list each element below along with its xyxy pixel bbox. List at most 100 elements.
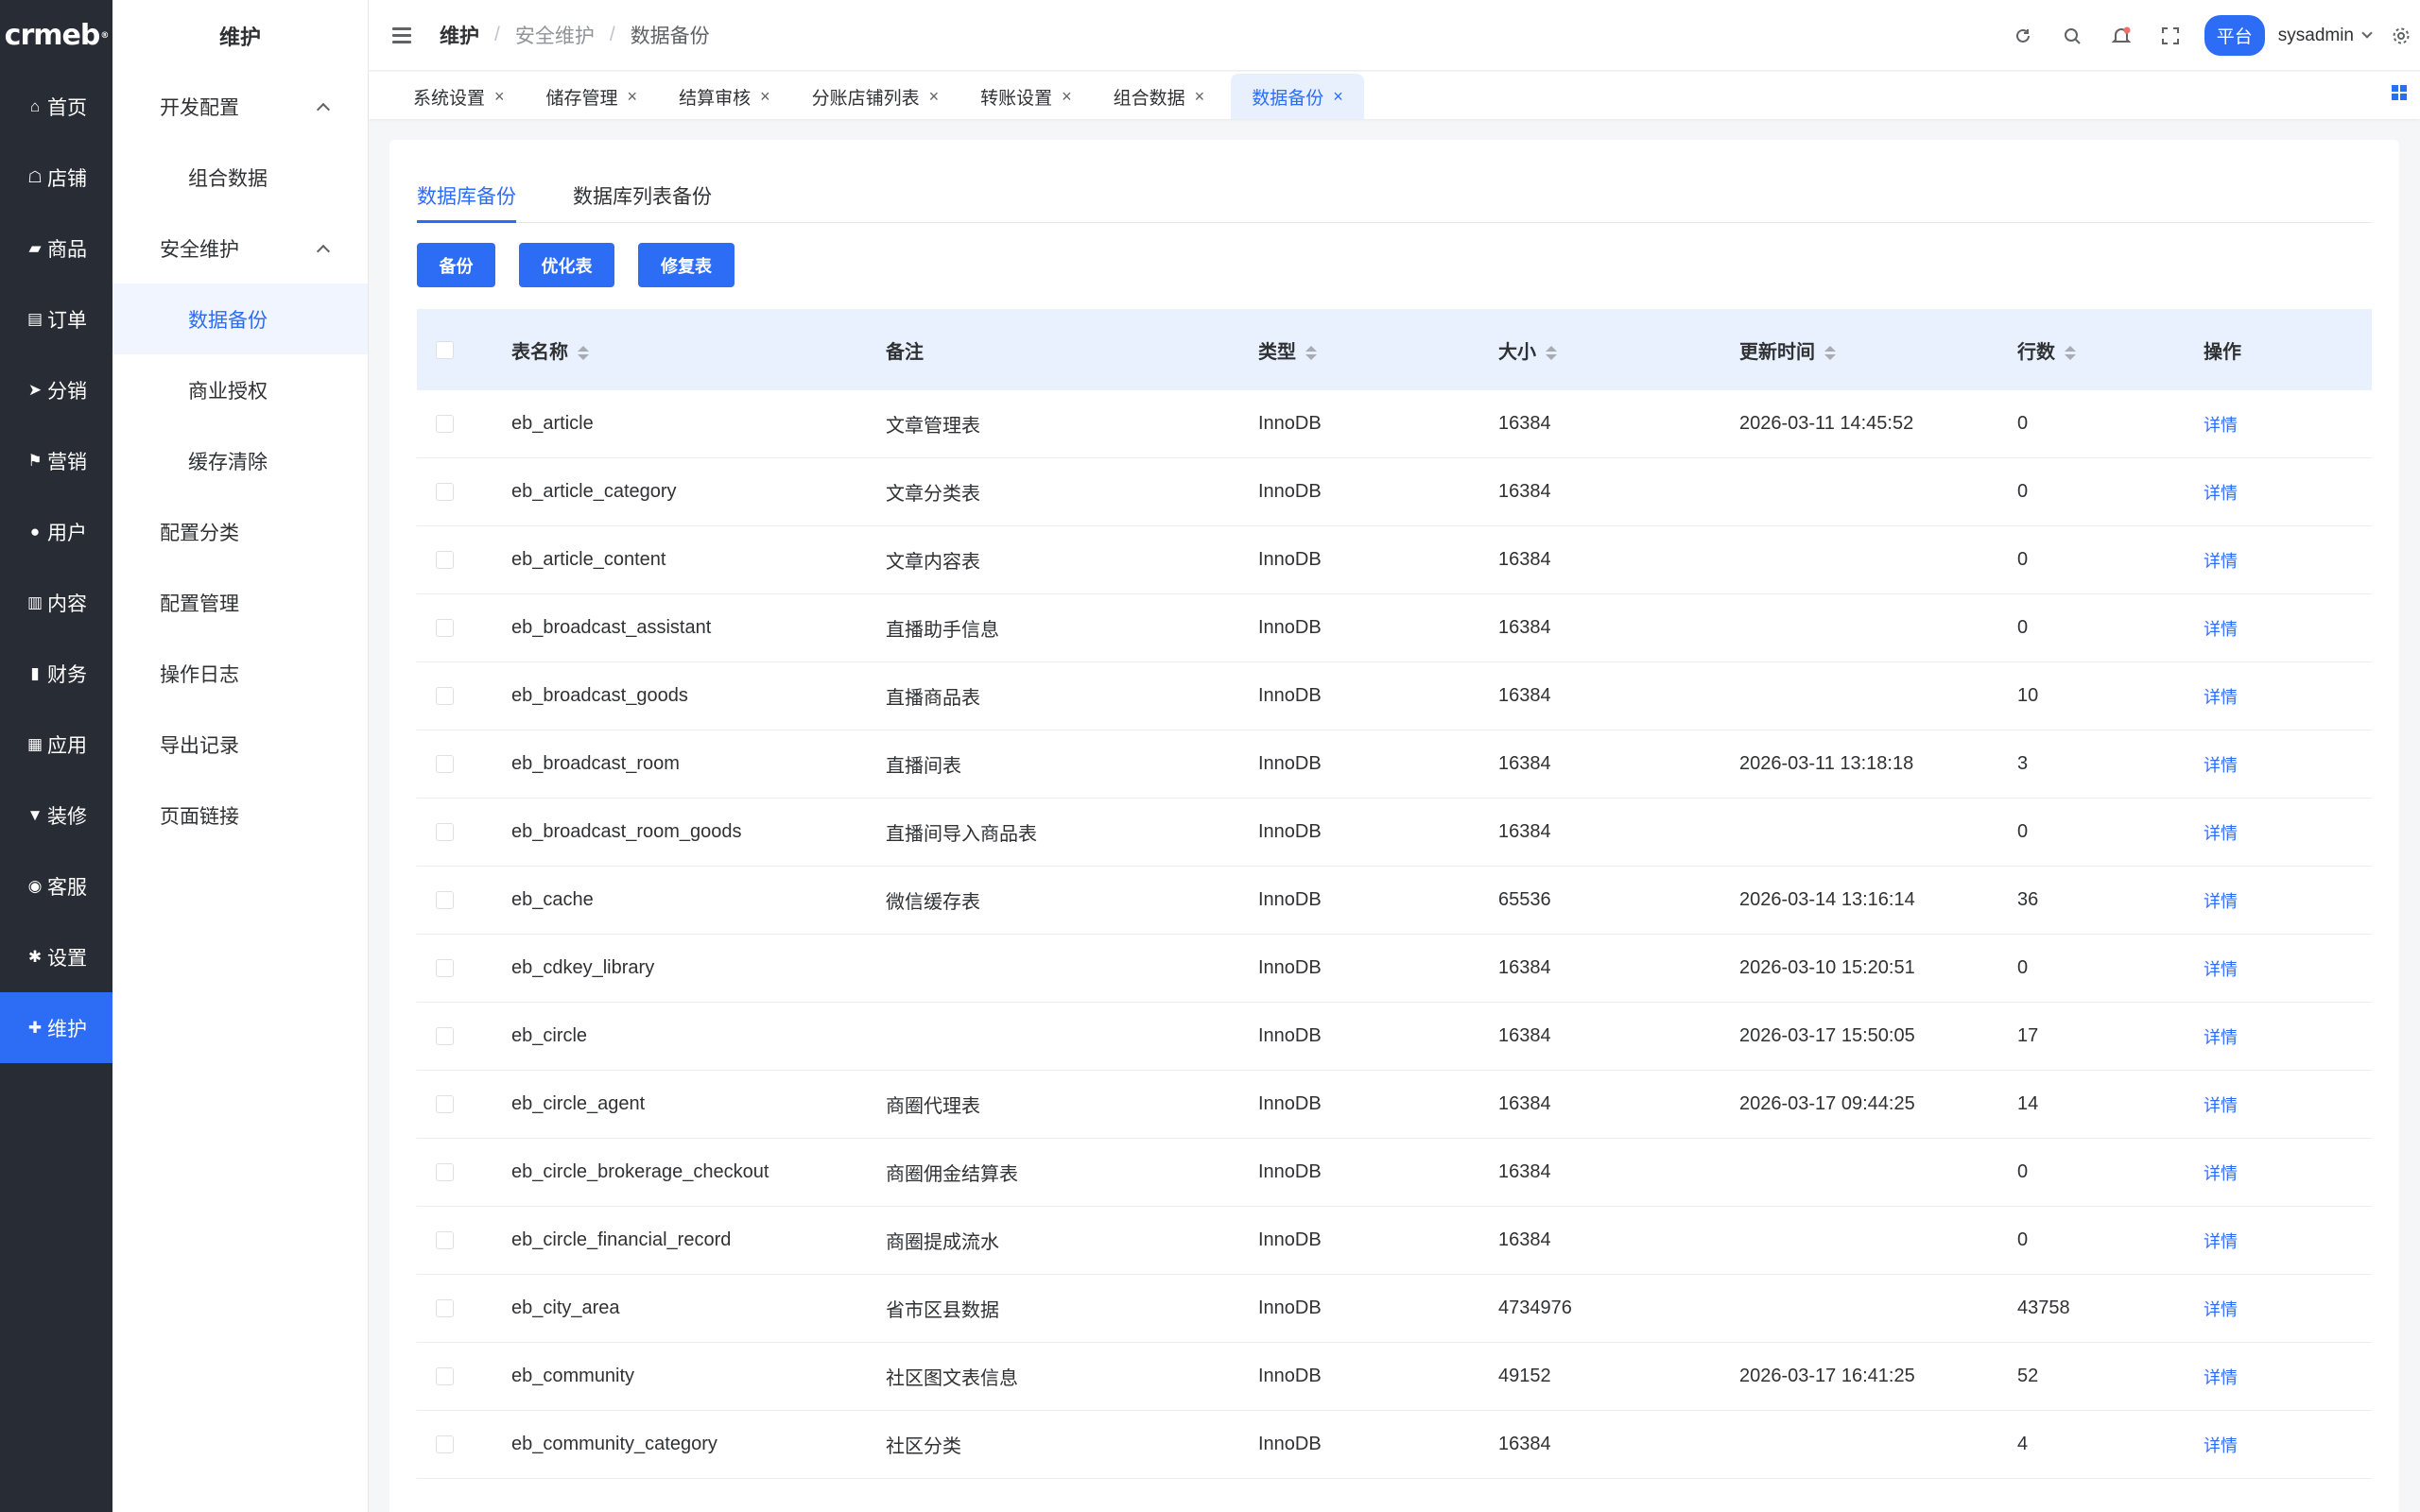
col-rows[interactable]: 行数 xyxy=(2017,336,2204,364)
submenu-item-config-manage[interactable]: 配置管理 xyxy=(112,567,368,638)
menu-toggle-icon[interactable] xyxy=(392,26,411,43)
sidebar-item[interactable]: ✚ 维护 xyxy=(0,992,112,1063)
close-icon[interactable]: × xyxy=(628,87,638,107)
detail-link[interactable]: 详情 xyxy=(2204,416,2238,435)
col-name[interactable]: 表名称 xyxy=(511,336,886,364)
row-checkbox[interactable] xyxy=(436,823,454,841)
detail-link[interactable]: 详情 xyxy=(2204,1232,2238,1251)
detail-link[interactable]: 详情 xyxy=(2204,688,2238,707)
detail-link[interactable]: 详情 xyxy=(2204,1368,2238,1387)
detail-link[interactable]: 详情 xyxy=(2204,824,2238,843)
close-icon[interactable]: × xyxy=(1195,87,1205,107)
close-icon[interactable]: × xyxy=(929,87,940,107)
row-checkbox[interactable] xyxy=(436,1231,454,1249)
sidebar-item[interactable]: ▰ 商品 xyxy=(0,213,112,284)
submenu-item-page-link[interactable]: 页面链接 xyxy=(112,780,368,850)
close-icon[interactable]: × xyxy=(760,87,770,107)
page-tab[interactable]: 组合数据 × xyxy=(1093,74,1226,119)
detail-link[interactable]: 详情 xyxy=(2204,620,2238,639)
col-size[interactable]: 大小 xyxy=(1498,336,1739,364)
row-checkbox[interactable] xyxy=(436,483,454,501)
cell-size: 16384 xyxy=(1498,617,1551,638)
page-tab[interactable]: 分账店铺列表 × xyxy=(791,74,960,119)
platform-button[interactable]: 平台 xyxy=(2204,15,2265,56)
row-checkbox[interactable] xyxy=(436,755,454,773)
refresh-icon[interactable] xyxy=(1998,0,2048,71)
submenu-item-op-log[interactable]: 操作日志 xyxy=(112,638,368,709)
submenu-group-security[interactable]: 安全维护 xyxy=(112,213,368,284)
sidebar-item[interactable]: ▼ 装修 xyxy=(0,780,112,850)
sort-icon[interactable] xyxy=(578,345,589,360)
optimize-button[interactable]: 优化表 xyxy=(519,243,614,287)
sidebar-item[interactable]: ▮ 财务 xyxy=(0,638,112,709)
bell-icon[interactable] xyxy=(2097,0,2146,71)
row-checkbox[interactable] xyxy=(436,1435,454,1453)
page-tab[interactable]: 转账设置 × xyxy=(959,74,1093,119)
submenu-item-cache[interactable]: 缓存清除 xyxy=(112,425,368,496)
submenu-item-combo[interactable]: 组合数据 xyxy=(112,142,368,213)
backup-button[interactable]: 备份 xyxy=(417,243,495,287)
detail-link[interactable]: 详情 xyxy=(2204,484,2238,503)
detail-link[interactable]: 详情 xyxy=(2204,1436,2238,1455)
sort-icon[interactable] xyxy=(2065,345,2076,360)
tab-db-backup[interactable]: 数据库备份 xyxy=(417,178,516,223)
detail-link[interactable]: 详情 xyxy=(2204,1096,2238,1115)
row-checkbox[interactable] xyxy=(436,1367,454,1385)
tabs-menu-icon[interactable] xyxy=(2392,85,2407,100)
row-checkbox[interactable] xyxy=(436,1163,454,1181)
col-updated[interactable]: 更新时间 xyxy=(1739,336,2017,364)
submenu-item-license[interactable]: 商业授权 xyxy=(112,354,368,425)
row-checkbox[interactable] xyxy=(436,1027,454,1045)
fullscreen-icon[interactable] xyxy=(2146,0,2195,71)
close-icon[interactable]: × xyxy=(1062,87,1072,107)
sidebar-item[interactable]: ● 用户 xyxy=(0,496,112,567)
row-checkbox[interactable] xyxy=(436,1095,454,1113)
sidebar-item[interactable]: ▤ 订单 xyxy=(0,284,112,354)
sort-icon[interactable] xyxy=(1824,345,1836,360)
breadcrumb-item-2[interactable]: 安全维护 xyxy=(515,21,595,49)
detail-link[interactable]: 详情 xyxy=(2204,756,2238,775)
detail-link[interactable]: 详情 xyxy=(2204,960,2238,979)
row-checkbox[interactable] xyxy=(436,687,454,705)
submenu-item-export-log[interactable]: 导出记录 xyxy=(112,709,368,780)
submenu-item-config-category[interactable]: 配置分类 xyxy=(112,496,368,567)
sort-icon[interactable] xyxy=(1546,345,1557,360)
submenu-item-backup[interactable]: 数据备份 xyxy=(112,284,368,354)
submenu-group-dev[interactable]: 开发配置 xyxy=(112,71,368,142)
logo[interactable]: crmeb ® xyxy=(0,0,112,71)
sidebar-item[interactable]: ☖ 店铺 xyxy=(0,142,112,213)
detail-link[interactable]: 详情 xyxy=(2204,1164,2238,1183)
row-checkbox[interactable] xyxy=(436,415,454,433)
sidebar-item[interactable]: ✱ 设置 xyxy=(0,921,112,992)
row-checkbox[interactable] xyxy=(436,1299,454,1317)
tab-db-list-backup[interactable]: 数据库列表备份 xyxy=(573,178,712,222)
page-tab[interactable]: 结算审核 × xyxy=(658,74,791,119)
breadcrumb-item-1[interactable]: 维护 xyxy=(440,21,479,49)
close-icon[interactable]: × xyxy=(494,87,505,107)
user-menu[interactable]: sysadmin xyxy=(2278,26,2373,46)
select-all-checkbox[interactable] xyxy=(436,340,454,359)
sidebar-item[interactable]: ▦ 应用 xyxy=(0,709,112,780)
sidebar-item[interactable]: ▥ 内容 xyxy=(0,567,112,638)
col-type[interactable]: 类型 xyxy=(1258,336,1498,364)
gear-icon[interactable] xyxy=(2382,0,2420,71)
detail-link[interactable]: 详情 xyxy=(2204,552,2238,571)
row-checkbox[interactable] xyxy=(436,959,454,977)
sidebar-item[interactable]: ◉ 客服 xyxy=(0,850,112,921)
page-tab[interactable]: 数据备份 × xyxy=(1231,74,1364,119)
row-checkbox[interactable] xyxy=(436,551,454,569)
sidebar-item[interactable]: ⚑ 营销 xyxy=(0,425,112,496)
row-checkbox[interactable] xyxy=(436,619,454,637)
sidebar-item[interactable]: ⌂ 首页 xyxy=(0,71,112,142)
row-checkbox[interactable] xyxy=(436,891,454,909)
repair-button[interactable]: 修复表 xyxy=(638,243,735,287)
detail-link[interactable]: 详情 xyxy=(2204,1028,2238,1047)
search-icon[interactable] xyxy=(2048,0,2097,71)
page-tab[interactable]: 系统设置 × xyxy=(369,74,526,119)
close-icon[interactable]: × xyxy=(1333,87,1343,107)
sort-icon[interactable] xyxy=(1305,345,1317,360)
page-tab[interactable]: 储存管理 × xyxy=(526,74,659,119)
sidebar-item[interactable]: ➤ 分销 xyxy=(0,354,112,425)
detail-link[interactable]: 详情 xyxy=(2204,1300,2238,1319)
detail-link[interactable]: 详情 xyxy=(2204,892,2238,911)
